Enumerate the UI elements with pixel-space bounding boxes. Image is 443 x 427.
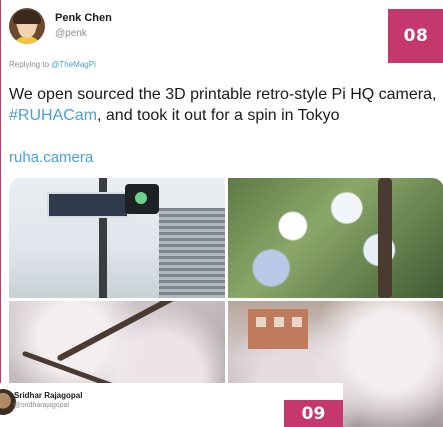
tweet-text-part1: We open sourced the 3D printable retro-s… bbox=[9, 86, 437, 103]
avatar-hair bbox=[13, 10, 41, 24]
author-avatar[interactable] bbox=[9, 8, 45, 44]
tweet-text: We open sourced the 3D printable retro-s… bbox=[9, 84, 441, 126]
traffic-light bbox=[125, 184, 159, 214]
tree-trunk bbox=[378, 178, 392, 298]
reply-context: Replying to @TheMagPi bbox=[9, 60, 96, 69]
tweet-text-part2: , and took it out for a spin in Tokyo bbox=[97, 107, 340, 124]
item-number-badge: 08 bbox=[388, 9, 443, 63]
item-number-badge-next: 09 bbox=[284, 400, 343, 427]
hashtag-link[interactable]: #RUHACam bbox=[9, 107, 97, 124]
tweet-url-link[interactable]: ruha.camera bbox=[9, 149, 93, 166]
street-sign bbox=[47, 192, 129, 218]
author-name[interactable]: Penk Chen bbox=[55, 12, 112, 24]
photo-blossoms-closeup[interactable] bbox=[228, 178, 443, 298]
building-shutters bbox=[159, 208, 225, 298]
author-handle[interactable]: @penk bbox=[55, 28, 87, 39]
reply-mention-link[interactable]: @TheMagPi bbox=[51, 60, 96, 69]
branch bbox=[56, 301, 192, 362]
tweet-card: Penk Chen @penk 08 Replying to @TheMagPi… bbox=[0, 0, 443, 427]
reply-prefix: Replying to bbox=[9, 60, 50, 69]
brick-building bbox=[248, 309, 308, 349]
photo-traffic-light[interactable] bbox=[9, 178, 225, 298]
next-author-handle[interactable]: @sridharajagopal bbox=[14, 402, 69, 409]
next-author-name[interactable]: Sridhar Rajagopal bbox=[14, 391, 82, 400]
